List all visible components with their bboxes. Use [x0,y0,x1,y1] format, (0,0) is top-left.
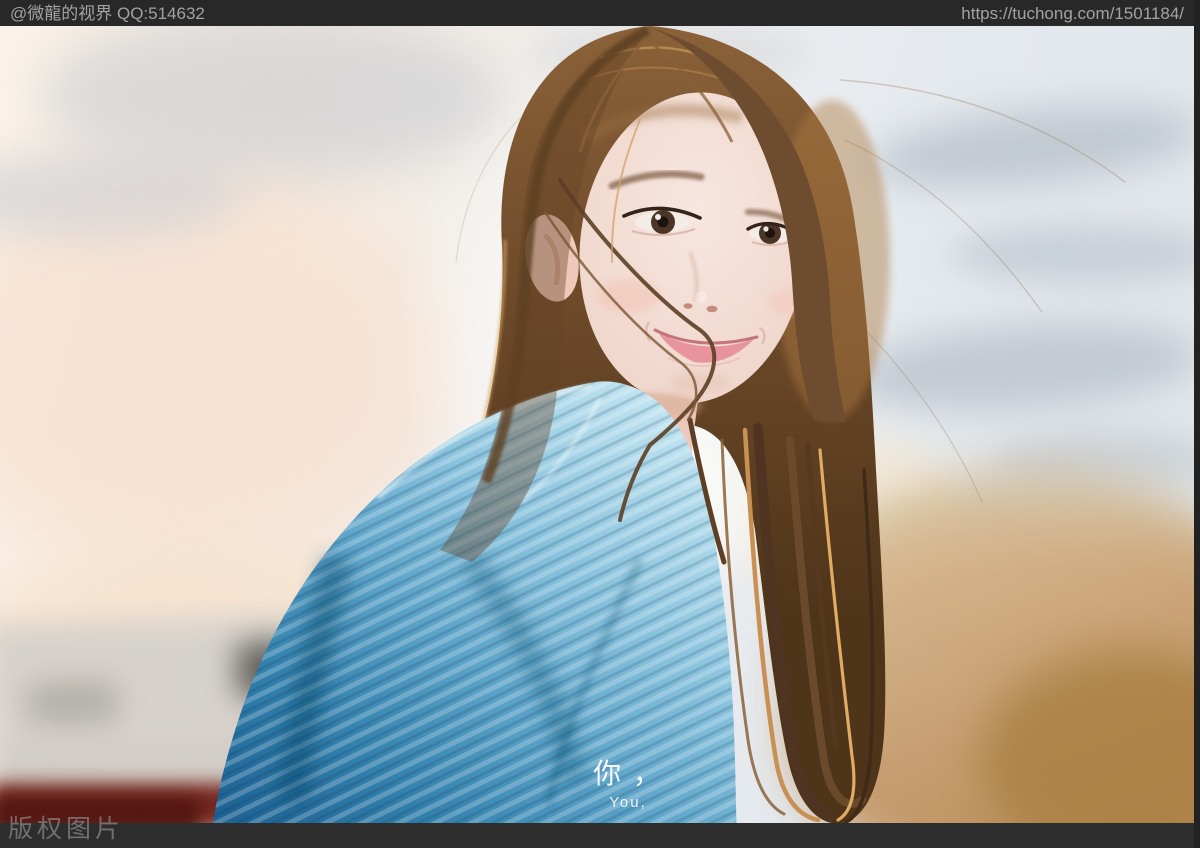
blush-right [596,279,660,313]
screenshot-root: @微龍的视界 QQ:514632 https://tuchong.com/150… [0,0,1200,848]
photo-caption: 你 ， You, [528,759,728,811]
copyright-label: 版权图片 [8,809,124,845]
caption-english: You, [528,794,728,811]
bottom-bar [0,823,1200,848]
caption-chinese: 你 ， [528,759,728,789]
chin-shadow [670,372,730,392]
right-frame-border [1194,0,1200,848]
watermark-author: @微龍的视界 QQ:514632 [10,0,205,26]
girl-portrait [0,0,1200,848]
watermark-url: https://tuchong.com/1501184/ [961,0,1184,26]
eye-right [624,208,700,235]
